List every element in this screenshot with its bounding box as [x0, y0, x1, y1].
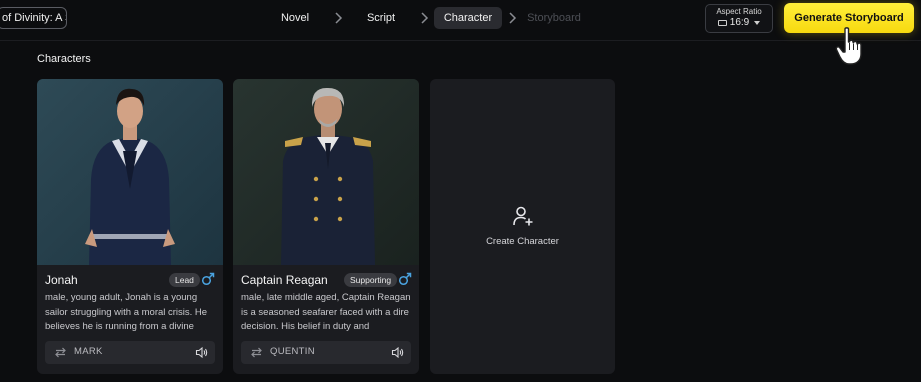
character-portrait [37, 79, 223, 265]
voice-name: QUENTIN [270, 346, 315, 357]
section-title: Characters [37, 53, 91, 65]
chevron-right-icon [421, 12, 429, 24]
step-script[interactable]: Script [357, 7, 405, 29]
create-character-card[interactable]: Create Character [430, 79, 615, 374]
role-badge: Lead [169, 273, 200, 287]
character-name: Jonah [45, 273, 78, 287]
step-storyboard: Storyboard [527, 12, 581, 24]
step-navigation: Novel Script Character Storyboard [0, 0, 921, 41]
top-bar: of Divinity: A Sto Novel Script Characte… [0, 0, 921, 41]
create-character-label: Create Character [486, 236, 559, 247]
voice-selector[interactable]: MARK [45, 341, 215, 364]
role-badge: Supporting [344, 273, 398, 287]
chevron-right-icon [335, 12, 343, 24]
swap-icon [251, 347, 262, 358]
caret-down-icon [754, 20, 761, 25]
character-description: male, young adult, Jonah is a young sail… [45, 292, 208, 332]
character-card[interactable]: Captain Reagan Supporting male, late mid… [233, 79, 419, 374]
aspect-ratio-text: 16:9 [729, 17, 750, 28]
chevron-right-icon [509, 12, 517, 24]
voice-selector[interactable]: QUENTIN [241, 341, 411, 364]
character-portrait [233, 79, 419, 265]
aspect-ratio-label: Aspect Ratio [716, 7, 762, 16]
step-novel[interactable]: Novel [271, 7, 319, 29]
male-icon [398, 272, 412, 286]
hand-pointer-icon [835, 27, 862, 65]
character-card[interactable]: Jonah Lead male, young adult, Jonah is a… [37, 79, 223, 374]
aspect-ratio-value: 16:9 [706, 17, 772, 28]
speaker-icon[interactable] [195, 346, 208, 359]
ratio-icon [717, 19, 727, 26]
character-description: male, late middle aged, Captain Reagan i… [241, 292, 411, 332]
step-character[interactable]: Character [434, 7, 502, 29]
swap-icon [55, 347, 66, 358]
character-name: Captain Reagan [241, 273, 328, 287]
add-user-icon [513, 206, 533, 226]
speaker-icon[interactable] [391, 346, 404, 359]
male-icon [201, 272, 215, 286]
voice-name: MARK [74, 346, 103, 357]
aspect-ratio-select[interactable]: Aspect Ratio 16:9 [705, 4, 773, 33]
